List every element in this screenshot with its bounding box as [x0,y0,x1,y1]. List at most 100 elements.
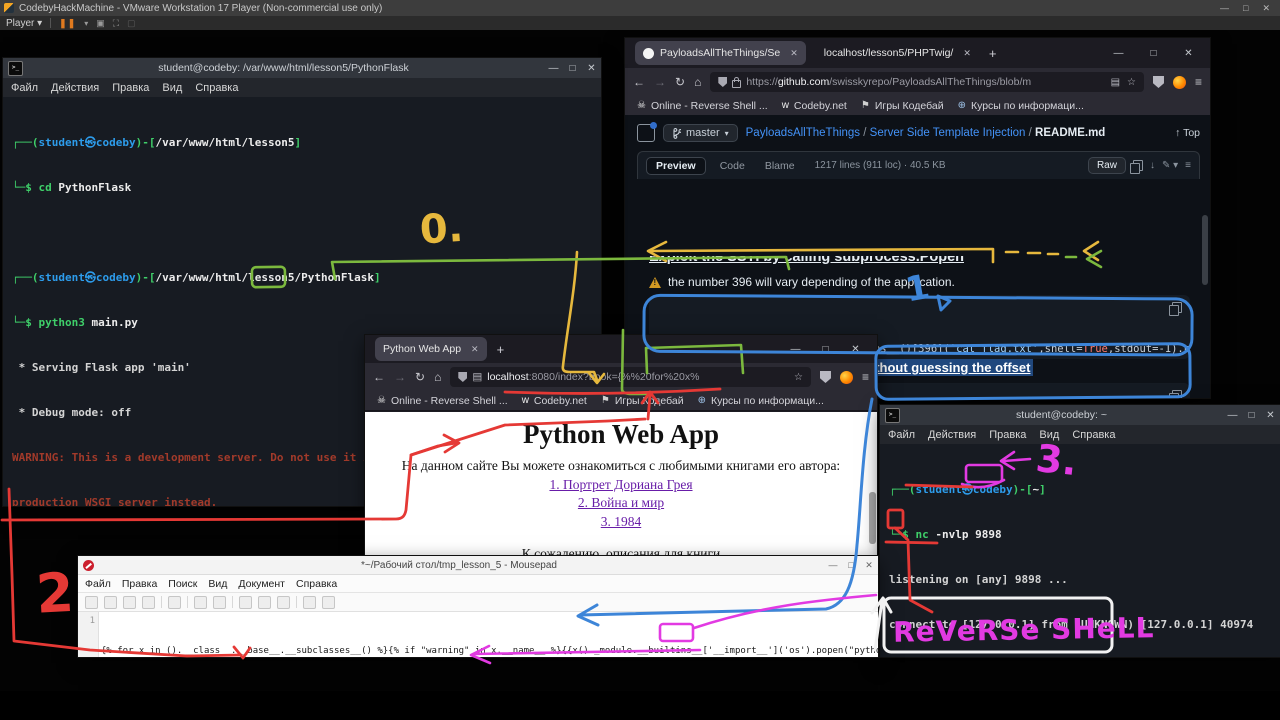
scrollbar[interactable] [869,492,876,544]
pause-vm-icon[interactable]: ❚❚ [59,18,76,29]
menu-help[interactable]: Справка [1072,429,1115,441]
menu-file[interactable]: Файл [888,429,915,441]
menu-file[interactable]: Файл [85,578,111,590]
bookmark-star-icon[interactable]: ☆ [794,372,803,383]
back-icon[interactable]: ← [373,370,385,384]
new-tab-button[interactable]: + [497,342,505,357]
player-menu[interactable]: Player ▾ [6,18,42,29]
tab-localhost-phptwig[interactable]: localhost/lesson5/PHPTwig/ ✕ [816,41,979,65]
bookmark-item[interactable]: ⚑ Игры Кодебай [601,395,684,407]
menu-actions[interactable]: Действия [928,429,976,441]
tracking-shield-icon[interactable] [458,372,467,382]
devices-icon[interactable]: ▢ [127,18,136,29]
menu-edit[interactable]: Правка [112,82,149,94]
bookmark-item[interactable]: ⊕ Курсы по информаци... [698,395,824,407]
send-ctrl-alt-del-icon[interactable]: ▣ [96,18,105,29]
minimize-button[interactable]: — [544,63,563,74]
title-bar[interactable]: >_ student@codeby: ~ — □ ✕ [880,405,1280,425]
copy-icon[interactable] [1133,160,1143,171]
minimize-button[interactable]: — [824,560,842,570]
extension-icon[interactable] [1173,76,1186,89]
minimize-button[interactable]: — [1109,48,1128,59]
bookmark-item[interactable]: ☠ Online - Reverse Shell ... [377,395,508,407]
maximize-button[interactable]: □ [842,560,860,570]
menu-view[interactable]: Вид [208,578,227,590]
file-tree-icon[interactable] [637,124,655,142]
close-button[interactable]: ✕ [1262,3,1270,14]
menu-help[interactable]: Справка [296,578,337,590]
back-icon[interactable]: ← [633,75,645,89]
minimize-button[interactable]: — [1223,410,1242,421]
menu-icon[interactable]: ≡ [862,370,869,384]
menu-edit[interactable]: Правка [989,429,1026,441]
maximize-button[interactable]: □ [1144,48,1163,59]
copy-icon[interactable] [258,596,271,609]
replace-icon[interactable] [322,596,335,609]
close-button[interactable]: ✕ [1261,410,1280,421]
title-bar[interactable]: >_ student@codeby: /var/www/html/lesson5… [3,58,601,78]
reload-icon[interactable]: ↻ [675,75,685,89]
menu-search[interactable]: Поиск [168,578,197,590]
forward-icon[interactable]: → [654,75,666,89]
menu-icon[interactable]: ≡ [1195,75,1202,89]
close-button[interactable]: ✕ [846,344,865,355]
tab-code[interactable]: Code [714,158,751,174]
undo-icon[interactable] [194,596,207,609]
book-link-2[interactable]: 2. Война и мир [365,495,877,511]
title-bar[interactable]: *~/Рабочий стол/tmp_lesson_5 - Mousepad … [78,556,878,575]
url-bar[interactable]: ▤ localhost:8080/index?book={%%20for%20x… [450,367,811,387]
maximize-button[interactable]: □ [1243,3,1248,14]
new-tab-button[interactable]: + [989,46,997,61]
close-file-icon[interactable] [168,596,181,609]
home-icon[interactable]: ⌂ [434,370,441,384]
protections-icon[interactable] [1153,76,1164,88]
extension-icon[interactable] [840,371,853,384]
close-button[interactable]: ✕ [582,63,601,74]
menu-view[interactable]: Вид [1039,429,1059,441]
editor-text[interactable]: {% for x in ().__class__.__base__.__subc… [99,612,878,657]
forward-icon[interactable]: → [394,370,406,384]
url-bar[interactable]: https://github.com/swisskyrepo/PayloadsA… [710,72,1144,92]
book-link-3[interactable]: 3. 1984 [365,514,877,530]
tracking-shield-icon[interactable] [718,77,727,87]
minimize-button[interactable]: — [1220,3,1229,14]
tab-payloadsallthethings[interactable]: PayloadsAllTheThings/Se ✕ [635,41,806,65]
bookmark-item[interactable]: w Codeby.net [522,395,587,407]
menu-help[interactable]: Справка [195,82,238,94]
outline-icon[interactable]: ≡ [1185,160,1191,171]
paste-icon[interactable] [277,596,290,609]
edit-pencil-icon[interactable]: ✎ ▾ [1162,160,1178,171]
minimize-button[interactable]: — [786,344,805,355]
book-link-1[interactable]: 1. Портрет Дориана Грея [365,477,877,493]
maximize-button[interactable]: □ [563,63,582,74]
section-heading[interactable]: Exploit the SSTI by calling subprocess.P… [649,256,964,265]
back-to-top-link[interactable]: ↑ Top [1175,127,1200,139]
close-button[interactable]: ✕ [860,560,878,571]
reader-view-icon[interactable]: ▤ [1111,77,1120,88]
bookmark-item[interactable]: ⚑ Игры Кодебай [861,100,944,112]
cut-icon[interactable] [239,596,252,609]
search-icon[interactable] [303,596,316,609]
menu-document[interactable]: Документ [238,578,285,590]
pause-dropdown-icon[interactable]: ▾ [84,19,88,28]
tab-preview[interactable]: Preview [646,157,706,175]
reload-icon[interactable]: ↻ [415,370,425,384]
bookmark-star-icon[interactable]: ☆ [1127,77,1136,88]
breadcrumb-repo[interactable]: PayloadsAllTheThings [746,127,860,139]
download-icon[interactable]: ↓ [1150,160,1155,171]
bookmark-item[interactable]: ⊕ Курсы по информаци... [958,100,1084,112]
close-button[interactable]: ✕ [1179,48,1198,59]
raw-button[interactable]: Raw [1088,157,1126,174]
tab-python-web-app[interactable]: Python Web App ✕ [375,337,487,361]
close-tab-icon[interactable]: ✕ [471,344,479,355]
fullscreen-icon[interactable]: ⛶ [113,18,119,29]
menu-file[interactable]: Файл [11,82,38,94]
scrollbar[interactable] [1202,215,1208,285]
new-file-icon[interactable] [85,596,98,609]
save-as-icon[interactable] [142,596,155,609]
redo-icon[interactable] [213,596,226,609]
open-file-icon[interactable] [104,596,117,609]
close-tab-icon[interactable]: ✕ [963,48,971,59]
protections-icon[interactable] [820,371,831,383]
branch-selector[interactable]: master ▾ [663,124,738,142]
